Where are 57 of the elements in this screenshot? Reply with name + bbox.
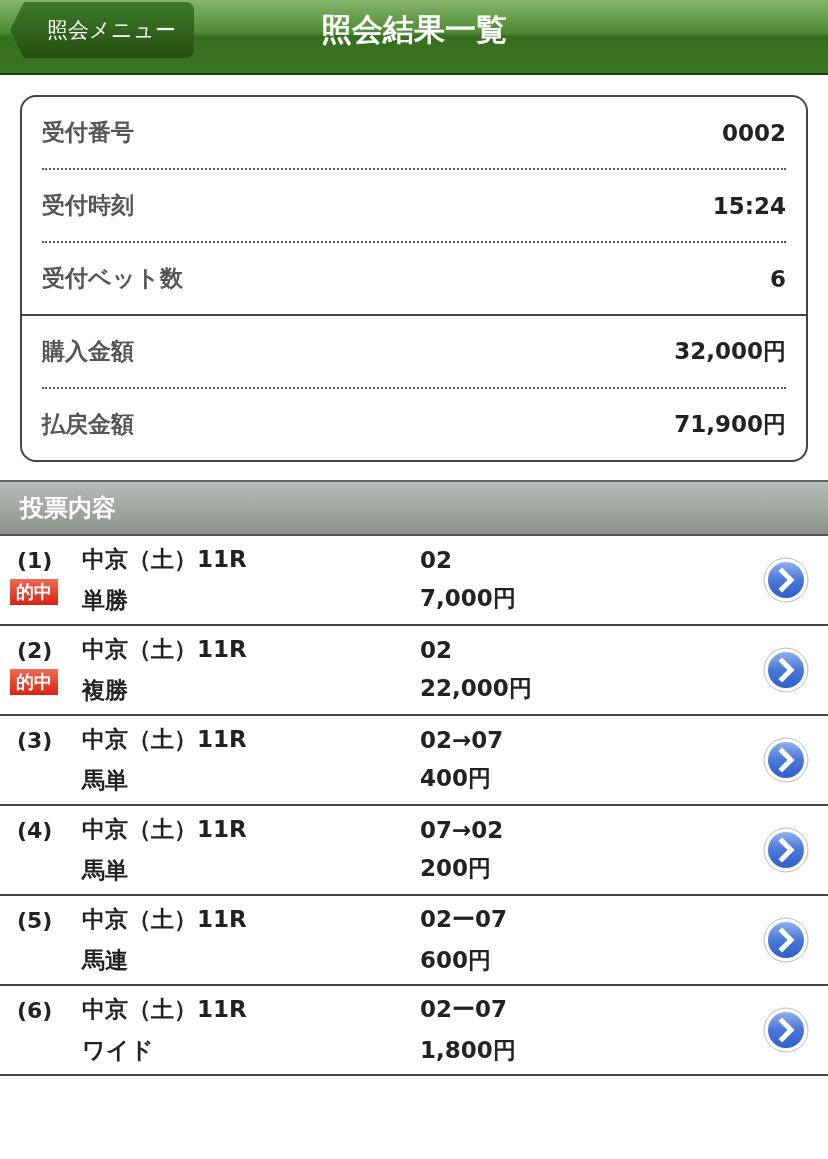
back-button[interactable]: 照会メニュー	[10, 2, 194, 58]
bet-selection: 02	[420, 546, 453, 573]
bet-selection: 02ー07	[420, 905, 508, 934]
race-name: 中京（土）11R	[82, 815, 248, 844]
chevron-button-icon[interactable]	[762, 736, 810, 784]
chevron-button-icon[interactable]	[762, 916, 810, 964]
bet-amount: 200円	[420, 853, 492, 883]
summary-value: 15:24	[712, 192, 786, 219]
bet-amount: 400円	[420, 763, 492, 793]
hit-badge: 的中	[10, 579, 58, 605]
race-name: 中京（土）11R	[82, 905, 248, 934]
summary-label: 受付番号	[42, 118, 134, 147]
bet-number: (6)	[16, 998, 54, 1023]
bet-amount: 22,000円	[420, 673, 533, 703]
bet-selection: 02→07	[420, 726, 505, 753]
race-name: 中京（土）11R	[82, 725, 248, 754]
summary-value: 71,900円	[674, 410, 786, 439]
bet-row[interactable]: (6) 中京（土）11R ワイド 02ー07 1,800円	[0, 986, 828, 1076]
summary-value: 0002	[722, 119, 786, 146]
bet-number: (2)	[16, 638, 54, 663]
bet-row[interactable]: (4) 中京（土）11R 馬単 07→02 200円	[0, 806, 828, 896]
bet-amount: 7,000円	[420, 583, 517, 613]
race-name: 中京（土）11R	[82, 635, 248, 664]
bet-type: ワイド	[82, 1036, 155, 1065]
summary-label: 払戻金額	[42, 410, 134, 439]
bet-row[interactable]: (5) 中京（土）11R 馬連 02ー07 600円	[0, 896, 828, 986]
summary-label: 購入金額	[42, 337, 134, 366]
page-title: 照会結果一覧	[321, 9, 507, 49]
bet-type: 馬単	[82, 856, 129, 885]
bet-number: (5)	[16, 908, 54, 933]
chevron-button-icon[interactable]	[762, 1006, 810, 1054]
summary-label: 受付時刻	[42, 191, 134, 220]
bet-amount: 600円	[420, 946, 492, 975]
chevron-button-icon[interactable]	[762, 826, 810, 874]
race-name: 中京（土）11R	[82, 545, 248, 574]
section-title: 投票内容	[20, 493, 116, 524]
bet-number: (1)	[16, 548, 54, 573]
bet-amount: 1,800円	[420, 1036, 517, 1065]
chevron-button-icon[interactable]	[762, 646, 810, 694]
bet-row[interactable]: (1) 的中 中京（土）11R 単勝 02 7,000円	[0, 536, 828, 626]
bet-selection: 02	[420, 636, 453, 663]
bet-row[interactable]: (2) 的中 中京（土）11R 複勝 02 22,000円	[0, 626, 828, 716]
bet-row[interactable]: (3) 中京（土）11R 馬単 02→07 400円	[0, 716, 828, 806]
bet-number: (3)	[16, 728, 54, 753]
hit-badge: 的中	[10, 669, 58, 695]
bet-type: 単勝	[82, 586, 129, 615]
bet-type: 馬連	[82, 946, 129, 975]
summary-label: 受付ベット数	[42, 264, 183, 293]
bet-number: (4)	[16, 818, 54, 843]
summary-value: 6	[770, 265, 786, 292]
bet-selection: 07→02	[420, 816, 505, 843]
summary-value: 32,000円	[674, 337, 786, 366]
bet-selection: 02ー07	[420, 995, 508, 1024]
race-name: 中京（土）11R	[82, 995, 248, 1024]
chevron-button-icon[interactable]	[762, 556, 810, 604]
bet-type: 馬単	[82, 766, 129, 795]
bet-type: 複勝	[82, 676, 129, 705]
